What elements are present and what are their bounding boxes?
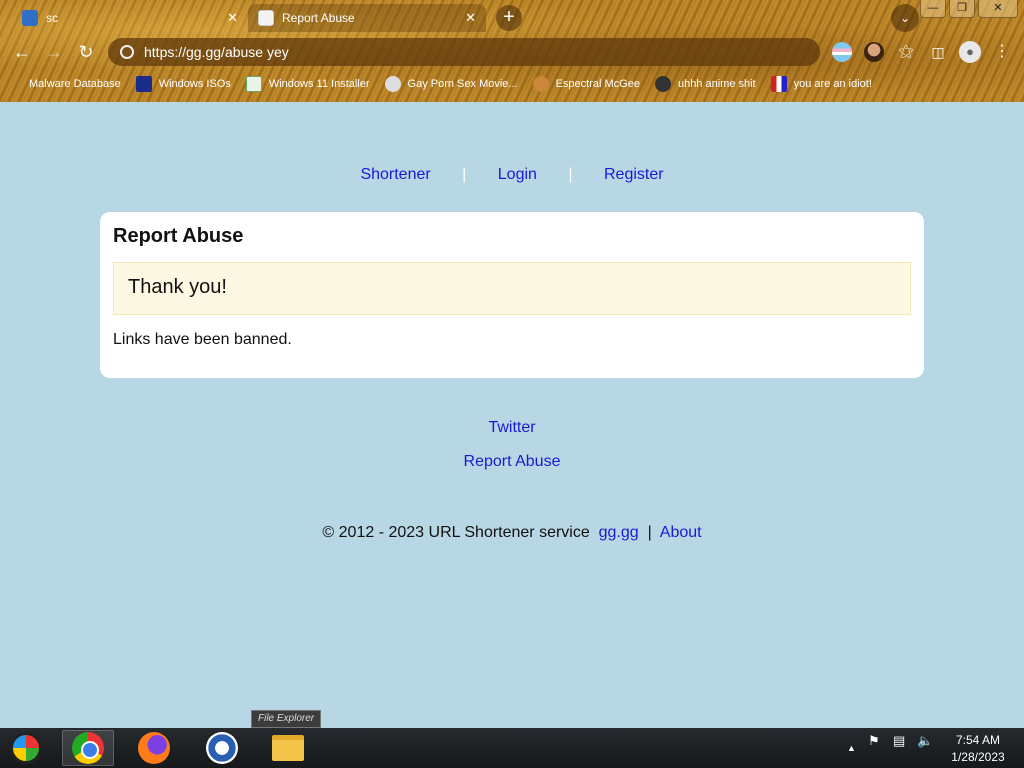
tab-title: sc	[46, 11, 58, 25]
flag-icon	[770, 76, 787, 92]
close-icon[interactable]: ✕	[227, 10, 238, 26]
chevron-down-icon: ⌄	[899, 11, 911, 25]
close-icon[interactable]: ✕	[465, 10, 476, 26]
profile-icon[interactable]: ●	[959, 41, 981, 63]
bookmark-item[interactable]: you are an idiot!	[770, 76, 872, 92]
bookmark-item[interactable]: Gay Porn Sex Movie...	[384, 76, 518, 92]
back-button[interactable]: ←	[10, 40, 34, 64]
bookmark-label: Espectral McGee	[555, 78, 640, 90]
gear-cube-icon	[384, 76, 401, 92]
tab-title: Report Abuse	[282, 11, 355, 25]
top-nav: Shortener | Login | Register	[0, 166, 1024, 184]
nav-separator: |	[462, 166, 467, 183]
reload-button[interactable]: ↻	[74, 40, 98, 64]
bookmark-item[interactable]: Windows 11 Installer	[245, 76, 370, 92]
side-panel-icon[interactable]: ◫	[928, 42, 948, 62]
report-abuse-link[interactable]: Report Abuse	[0, 452, 1024, 472]
taskbar-chrome[interactable]	[62, 730, 114, 766]
twitter-link[interactable]: Twitter	[0, 418, 1024, 438]
site-info-icon[interactable]	[120, 45, 134, 59]
x-logo-icon	[135, 76, 152, 92]
bookmark-item[interactable]: Windows ISOs	[135, 76, 231, 92]
anime-face-icon	[654, 76, 671, 92]
character-face-icon	[532, 76, 549, 92]
network-icon[interactable]: ▤	[893, 733, 905, 749]
bookmark-icon	[14, 76, 22, 92]
show-hidden-icons-icon[interactable]: ▲	[847, 743, 856, 753]
address-bar[interactable]: https://gg.gg/abuse yey	[108, 38, 820, 66]
bookmark-item[interactable]: Malware Database	[14, 76, 121, 92]
nav-shortener-link[interactable]: Shortener	[360, 166, 430, 183]
bookmark-label: you are an idiot!	[793, 78, 872, 90]
action-center-flag-icon[interactable]: ⚑	[868, 733, 880, 749]
extensions-puzzle-icon[interactable]: ⚝	[896, 42, 916, 62]
image-icon	[245, 76, 262, 92]
taskbar-tooltip: File Explorer	[251, 710, 322, 728]
folder-icon	[272, 735, 304, 761]
system-clock[interactable]: 7:54 AM 1/28/2023	[944, 732, 1012, 766]
clock-time: 7:54 AM	[955, 733, 1001, 747]
menu-kebab-icon[interactable]: ⋮	[992, 42, 1012, 62]
about-link[interactable]: About	[660, 524, 702, 541]
nav-separator: |	[568, 166, 573, 183]
windows-start-icon	[10, 732, 42, 764]
tab-sc[interactable]: sc ✕	[12, 4, 248, 32]
window-controls: — ❐ ✕	[917, 0, 1018, 18]
footer-divider: |	[647, 524, 652, 541]
close-window-button[interactable]: ✕	[978, 0, 1018, 18]
minimize-button[interactable]: —	[920, 0, 946, 18]
chrome-icon	[72, 732, 104, 764]
bookmark-label: Gay Porn Sex Movie...	[407, 78, 518, 90]
telegram-icon	[22, 10, 38, 26]
tab-report-abuse[interactable]: Report Abuse ✕	[248, 4, 486, 32]
clock-date: 1/28/2023	[951, 750, 1005, 764]
volume-icon[interactable]: 🔈	[917, 733, 933, 749]
firefox-icon	[138, 732, 170, 764]
taskbar-app-logo[interactable]	[196, 730, 248, 766]
bookmark-label: Windows ISOs	[158, 78, 231, 90]
circle-logo-icon	[206, 732, 238, 764]
bookmark-label: uhhh anime shit	[677, 78, 756, 90]
nav-register-link[interactable]: Register	[604, 166, 664, 183]
restore-button[interactable]: ❐	[949, 0, 975, 18]
site-link[interactable]: gg.gg	[599, 524, 639, 541]
footer-links: Twitter Report Abuse	[0, 418, 1024, 486]
nav-login-link[interactable]: Login	[498, 166, 537, 183]
bookmark-label: Windows 11 Installer	[268, 78, 370, 90]
arrow-left-icon: ←	[13, 42, 31, 62]
report-abuse-card: Report Abuse Thank you! Links have been …	[100, 212, 924, 378]
browser-chrome: sc ✕ Report Abuse ✕ + ⌄ — ❐ ✕ ← → ↻ http…	[0, 0, 1024, 102]
flag-extension-icon[interactable]	[832, 42, 852, 62]
tab-search-button[interactable]: ⌄	[891, 4, 919, 32]
copyright-line: © 2012 - 2023 URL Shortener service gg.g…	[0, 524, 1024, 542]
status-message: Links have been banned.	[113, 331, 292, 348]
bookmark-item[interactable]: Espectral McGee	[532, 76, 640, 92]
copyright-text: © 2012 - 2023 URL Shortener service	[322, 524, 590, 541]
address-text[interactable]: https://gg.gg/abuse yey	[144, 44, 289, 60]
bookmark-item[interactable]: uhhh anime shit	[654, 76, 756, 92]
bookmark-label: Malware Database	[29, 78, 121, 90]
forward-button[interactable]: →	[42, 40, 66, 64]
reload-icon: ↻	[78, 42, 94, 62]
taskbar-firefox[interactable]	[128, 730, 180, 766]
bookmarks-bar: Malware Database Windows ISOs Windows 11…	[14, 73, 887, 95]
page-icon	[258, 10, 274, 26]
new-tab-button[interactable]: +	[496, 5, 522, 31]
avatar-extension-icon[interactable]	[864, 42, 884, 62]
arrow-right-icon: →	[45, 42, 63, 62]
success-notice: Thank you!	[113, 262, 911, 315]
page-title: Report Abuse	[113, 225, 244, 247]
start-button[interactable]	[0, 730, 52, 766]
taskbar-file-explorer[interactable]	[262, 730, 314, 766]
